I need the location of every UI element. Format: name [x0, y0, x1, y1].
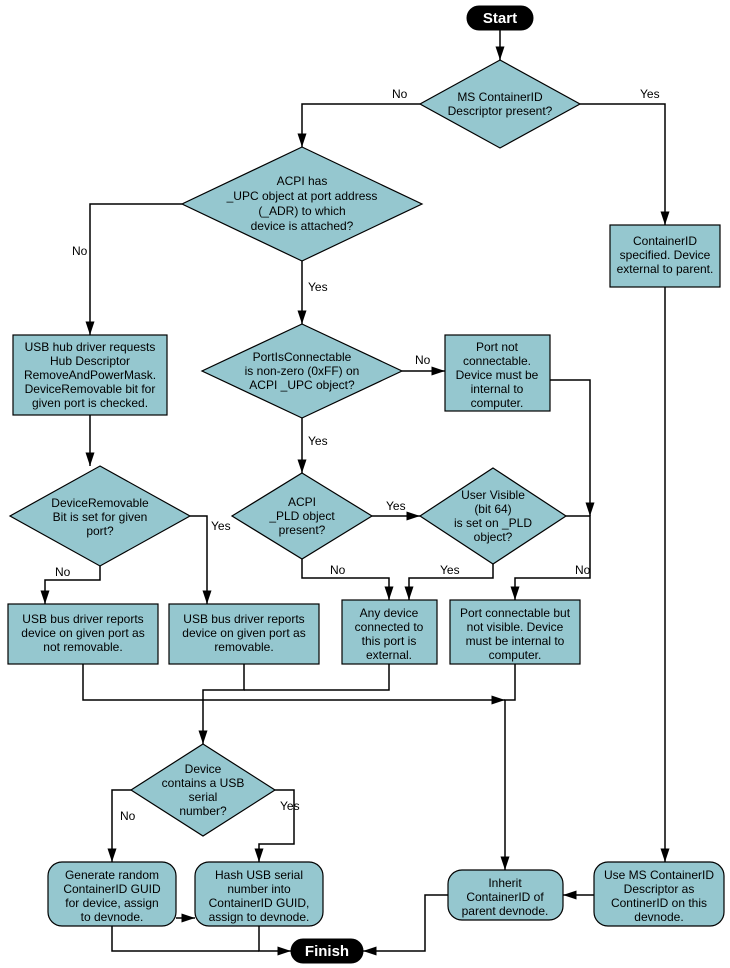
- d4-line2: port?: [86, 524, 114, 538]
- d2-line2: (_ADR) to which: [258, 204, 345, 218]
- p-cid-spec-0: ContainerID: [633, 234, 697, 248]
- edgelabel-d5-no: No: [330, 563, 346, 577]
- p-ae-3: external.: [366, 648, 412, 662]
- edge-removable-d7: [203, 664, 244, 744]
- r-ums-3: devnode.: [634, 910, 683, 924]
- edge-nr-down: [83, 664, 505, 700]
- p-hubreq-0: USB hub driver requests: [25, 340, 156, 354]
- edge-anyext-merge: [244, 664, 389, 690]
- p-nr-0: USB bus driver reports: [22, 612, 143, 626]
- p-cid-spec-1: specified. Device: [620, 248, 711, 262]
- p-hubreq-1: Hub Descriptor: [50, 354, 130, 368]
- edge-d2-no: [90, 204, 182, 335]
- d1-line0: MS ContainerID: [457, 90, 543, 104]
- r-ums-1: Descriptor as: [624, 882, 695, 896]
- d5-line2: present?: [279, 523, 326, 537]
- edge-d4-no: [45, 566, 100, 604]
- p-hubreq-3: DeviceRemovable bit for: [25, 382, 156, 396]
- edge-cnv-inherit: [505, 664, 515, 870]
- d4-line0: DeviceRemovable: [51, 496, 149, 510]
- d6-line0: User Visible: [461, 488, 525, 502]
- p-cnv-0: Port connectable but: [460, 606, 571, 620]
- edgelabel-d1-yes: Yes: [640, 87, 660, 101]
- r-h-3: assign to devnode.: [209, 910, 310, 924]
- p-r-1: device on given port as: [182, 626, 305, 640]
- edge-d4-yes: [190, 516, 207, 604]
- edgelabel-d7-no: No: [120, 809, 136, 823]
- p-ae-2: this port is: [362, 634, 417, 648]
- edge-inherit-finish: [363, 895, 448, 951]
- d6-line3: object?: [474, 530, 513, 544]
- r-inh-2: parent devnode.: [462, 904, 549, 918]
- d7-line3: number?: [179, 804, 227, 818]
- p-pnc-0: Port not: [476, 340, 519, 354]
- r-ums-0: Use MS ContainerID: [604, 868, 714, 882]
- finish-label: Finish: [305, 943, 349, 960]
- d3-line0: PortIsConnectable: [253, 350, 352, 364]
- r-h-0: Hash USB serial: [215, 868, 303, 882]
- edgelabel-d3-yes: Yes: [308, 434, 328, 448]
- p-cid-spec-2: external to parent.: [617, 262, 714, 276]
- edgelabel-d3-no: No: [415, 353, 431, 367]
- p-cnv-2: must be internal to: [466, 634, 565, 648]
- edgelabel-d2-yes: Yes: [308, 280, 328, 294]
- edge-d7-no: [112, 790, 131, 862]
- r-inh-0: Inherit: [488, 876, 522, 890]
- edge-pnc-join: [550, 380, 590, 516]
- r-gr-0: Generate random: [65, 868, 159, 882]
- r-h-1: number into: [227, 882, 291, 896]
- edgelabel-d6-yes: Yes: [440, 563, 460, 577]
- d5-line0: ACPI: [288, 495, 316, 509]
- edgelabel-d4-yes: Yes: [211, 519, 231, 533]
- p-pnc-2: Device must be: [456, 368, 539, 382]
- p-nr-1: device on given port as: [21, 626, 144, 640]
- p-ae-0: Any device: [360, 606, 419, 620]
- p-r-0: USB bus driver reports: [183, 612, 304, 626]
- p-pnc-3: internal to: [471, 382, 524, 396]
- edge-d5-no: [302, 559, 389, 600]
- p-hubreq-4: given port is checked.: [32, 396, 148, 410]
- edgelabel-d5-yes: Yes: [386, 499, 406, 513]
- p-r-2: removable.: [214, 640, 273, 654]
- d4-line1: Bit is set for given: [53, 510, 148, 524]
- d6-line2: is set on _PLD: [454, 516, 532, 530]
- d2-line0: ACPI has: [277, 174, 328, 188]
- edgelabel-d1-no: No: [392, 87, 408, 101]
- edge-d1-yes: [580, 104, 665, 225]
- r-gr-1: ContainerID GUID: [63, 882, 161, 896]
- d3-line2: ACPI _UPC object?: [249, 378, 355, 392]
- edge-gr-finish2: [112, 926, 259, 951]
- d7-line2: serial: [189, 790, 218, 804]
- edgelabel-d6-no: No: [575, 563, 591, 577]
- p-pnc-4: computer.: [471, 396, 524, 410]
- r-inh-1: ContainerID of: [466, 890, 544, 904]
- d2-line3: device is attached?: [251, 219, 354, 233]
- edgelabel-d4-no: No: [55, 565, 71, 579]
- p-hubreq-2: RemoveAndPowerMask.: [24, 368, 156, 382]
- p-cnv-1: not visible. Device: [467, 620, 564, 634]
- r-h-2: ContainerID GUID,: [209, 896, 310, 910]
- start-label: Start: [483, 10, 517, 27]
- edge-d1-no: [302, 104, 420, 147]
- edgelabel-d7-yes: Yes: [280, 799, 300, 813]
- p-pnc-1: connectable.: [463, 354, 531, 368]
- edge-hash-finish: [259, 926, 291, 951]
- r-ums-2: ContinerID on this: [611, 896, 707, 910]
- d3-line1: is non-zero (0xFF) on: [245, 364, 360, 378]
- d6-line1: (bit 64): [474, 502, 511, 516]
- d7-line0: Device: [185, 762, 222, 776]
- p-nr-2: not removable.: [43, 640, 122, 654]
- d2-line1: _UPC object at port address: [226, 189, 378, 203]
- r-gr-3: to devnode.: [81, 910, 144, 924]
- d5-line1: _PLD object: [268, 509, 335, 523]
- p-ae-1: connected to: [355, 620, 424, 634]
- d1-line1: Descriptor present?: [448, 104, 553, 118]
- r-gr-2: for device, assign: [65, 896, 158, 910]
- d7-line1: contains a USB: [162, 776, 245, 790]
- p-cnv-3: computer.: [489, 648, 542, 662]
- edgelabel-d2-no: No: [72, 244, 88, 258]
